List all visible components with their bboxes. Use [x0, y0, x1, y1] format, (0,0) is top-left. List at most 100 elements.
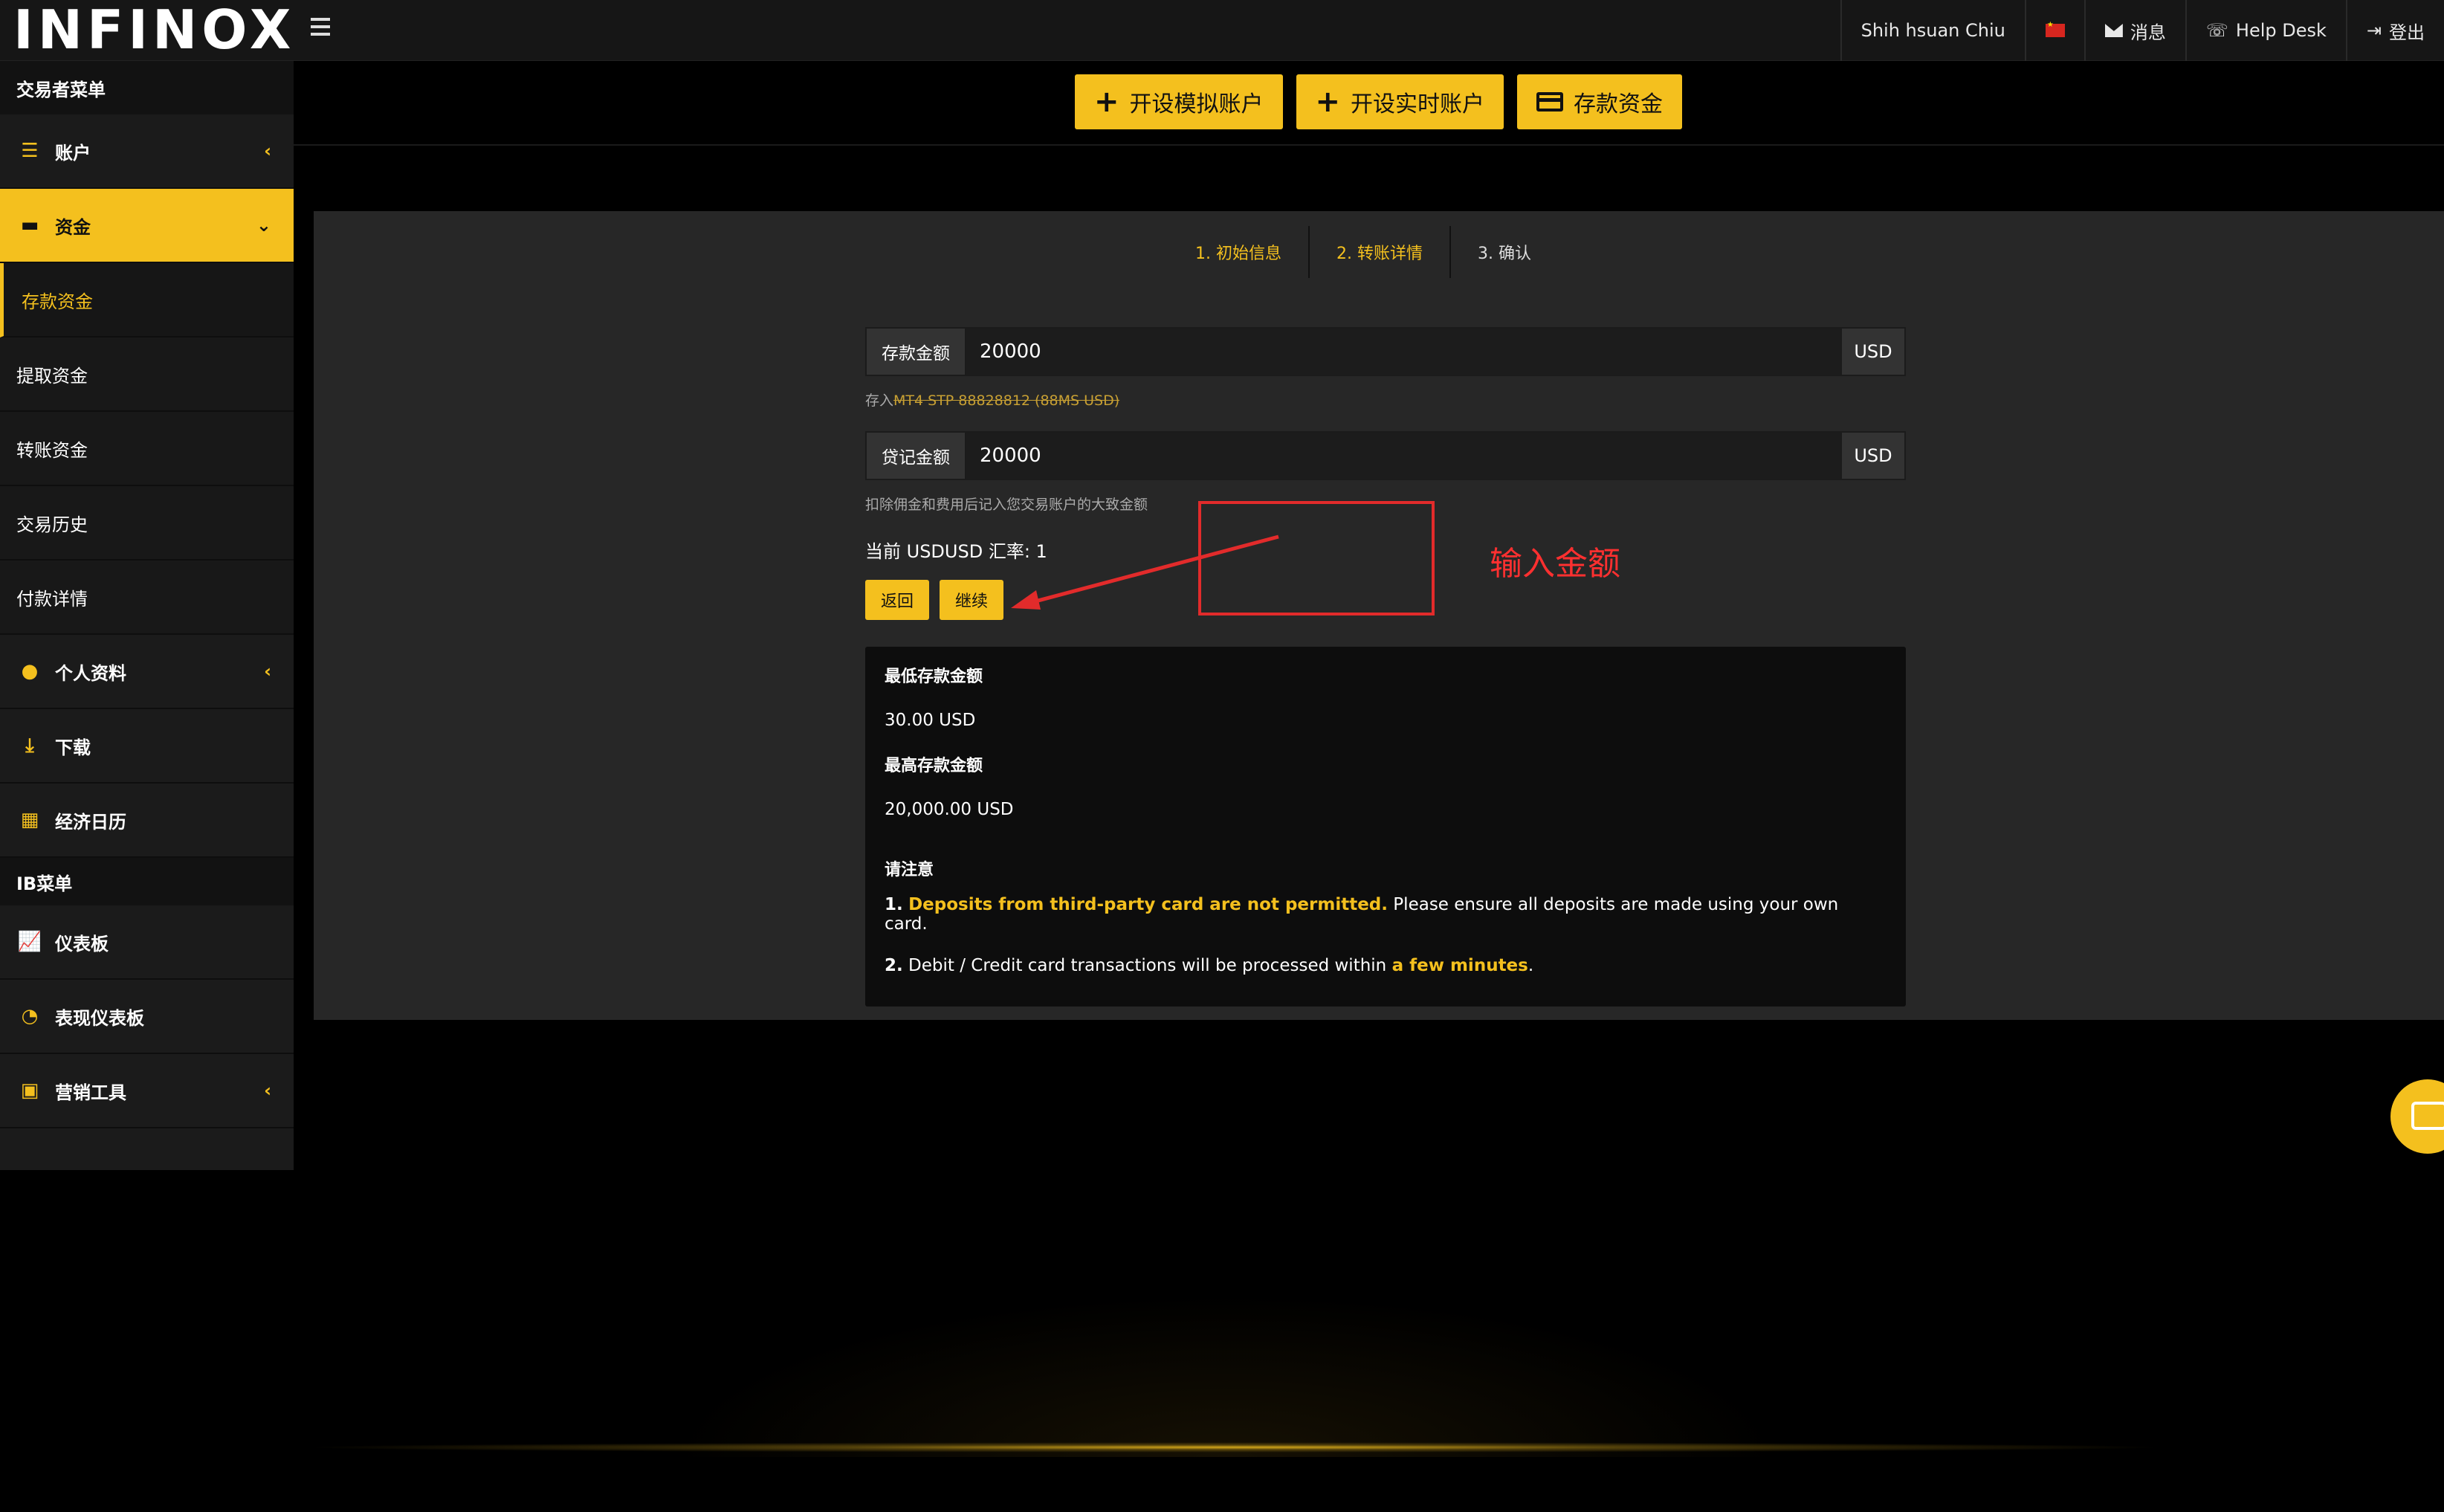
hamburger-menu-icon[interactable]	[311, 18, 330, 36]
deposit-amount-label: 存款金额	[867, 329, 966, 375]
notice-number: 2.	[885, 956, 903, 975]
messages-link[interactable]: 消息	[2083, 0, 2185, 61]
max-deposit-title: 最高存款金额	[885, 757, 983, 775]
open-live-account-button[interactable]: + 开设实时账户	[1296, 74, 1504, 129]
list-icon: ☰	[21, 140, 39, 162]
background-glow	[669, 1293, 1784, 1457]
messages-label: 消息	[2130, 22, 2166, 43]
calendar-icon: ▦	[20, 809, 39, 831]
deposit-currency: USD	[1840, 329, 1904, 375]
step-initial-info[interactable]: 1. 初始信息	[1168, 226, 1308, 278]
pie-chart-icon: ◔	[21, 1005, 39, 1027]
help-desk-label: Help Desk	[2235, 20, 2327, 41]
sidebar-item-download[interactable]: ⤓ 下载	[0, 709, 294, 784]
notice-text: Debit / Credit card transactions will be…	[902, 956, 1392, 975]
wizard-steps: 1. 初始信息 2. 转账详情 3. 确认	[1168, 226, 1558, 278]
sidebar-item-label: 表现仪表板	[55, 1007, 144, 1029]
notice-highlight: a few minutes	[1391, 956, 1528, 975]
credit-amount-field: 贷记金额 20000 USD	[865, 431, 1906, 480]
line-chart-icon: 📈	[17, 931, 42, 953]
credit-currency: USD	[1840, 433, 1904, 479]
chevron-left-icon: ‹	[264, 140, 271, 161]
sidebar-item-label: 资金	[55, 216, 91, 238]
open-demo-account-button[interactable]: + 开设模拟账户	[1075, 74, 1283, 129]
sidebar-item-withdraw[interactable]: 提取资金	[0, 337, 294, 412]
chevron-down-icon: ⌄	[256, 215, 271, 236]
china-flag-icon	[2045, 21, 2065, 37]
envelope-icon	[2104, 24, 2123, 37]
wallet-icon: ▬	[20, 214, 39, 236]
user-name[interactable]: Shih hsuan Chiu	[1840, 0, 2025, 61]
user-icon: ●	[21, 660, 39, 682]
min-deposit-value: 30.00 USD	[885, 711, 976, 730]
deposit-panel: 1. 初始信息 2. 转账详情 3. 确认 存款金额 20000 USD 存入M…	[314, 211, 2444, 1020]
briefcase-icon: ▣	[20, 1079, 39, 1102]
sidebar: 交易者菜单 ☰ 账户 ‹ ▬ 资金 ⌄ 存款资金 提取资金 转账资金 交易历史 …	[0, 61, 294, 1170]
button-label: 存款资金	[1574, 91, 1664, 117]
deposit-funds-button[interactable]: 存款资金	[1517, 74, 1683, 129]
deposit-to-prefix: 存入	[865, 392, 894, 409]
chevron-left-icon: ‹	[264, 1080, 271, 1101]
notice-item-1: 1. Deposits from third-party card are no…	[885, 895, 1887, 934]
top-right-nav: Shih hsuan Chiu 消息 ☏ Help Desk ⇥ 登出	[1840, 0, 2444, 61]
notice-text-end: .	[1528, 956, 1534, 975]
button-label: 开设实时账户	[1351, 91, 1485, 117]
trader-menu-heading: 交易者菜单	[0, 61, 294, 114]
button-label: 开设模拟账户	[1129, 91, 1264, 117]
back-button[interactable]: 返回	[865, 580, 929, 620]
sidebar-item-label: 下载	[55, 737, 91, 758]
notice-title: 请注意	[885, 861, 934, 879]
action-buttons: + 开设模拟账户 + 开设实时账户 存款资金	[1075, 74, 1683, 129]
plus-icon: +	[1094, 85, 1119, 119]
sidebar-item-label: 经济日历	[55, 811, 126, 833]
credit-amount-label: 贷记金额	[867, 433, 966, 479]
sidebar-item-payment[interactable]: 付款详情	[0, 560, 294, 635]
sidebar-item-label: 个人资料	[55, 662, 126, 684]
deposit-to-account: MT4 STP 88828812 (88MS USD)	[893, 392, 1120, 409]
credit-card-icon	[1536, 92, 1564, 112]
language-flag[interactable]	[2024, 0, 2084, 61]
credit-amount-hint: 扣除佣金和费用后记入您交易账户的大致金额	[865, 497, 1148, 513]
headset-icon: ☏	[2205, 20, 2228, 41]
plus-icon: +	[1315, 85, 1341, 119]
step-transfer-details[interactable]: 2. 转账详情	[1307, 226, 1451, 278]
sidebar-item-history[interactable]: 交易历史	[0, 486, 294, 560]
deposit-amount-input[interactable]: 20000	[966, 329, 1840, 375]
logout-link[interactable]: ⇥ 登出	[2345, 0, 2444, 61]
download-icon: ⤓	[25, 734, 34, 757]
sidebar-item-deposit[interactable]: 存款资金	[0, 263, 294, 337]
sidebar-item-label: 营销工具	[55, 1082, 126, 1103]
help-desk-link[interactable]: ☏ Help Desk	[2185, 0, 2346, 61]
logout-label: 登出	[2389, 22, 2425, 43]
infinox-logo[interactable]: INFINOX	[13, 1, 295, 58]
sidebar-item-account[interactable]: ☰ 账户 ‹	[0, 114, 294, 189]
deposit-limits-info: 最低存款金额 30.00 USD 最高存款金额 20,000.00 USD 请注…	[865, 647, 1906, 1007]
top-bar: INFINOX Shih hsuan Chiu 消息 ☏ Help Desk ⇥ 登…	[0, 0, 2444, 61]
sidebar-item-transfer[interactable]: 转账资金	[0, 412, 294, 486]
max-deposit-value: 20,000.00 USD	[885, 800, 1014, 819]
sidebar-item-marketing[interactable]: ▣ 营销工具 ‹	[0, 1054, 294, 1128]
chat-bubble-icon[interactable]	[2390, 1079, 2444, 1154]
deposit-to-hint: 存入MT4 STP 88828812 (88MS USD)	[865, 390, 1119, 410]
notice-number: 1.	[885, 895, 903, 914]
sidebar-item-profile[interactable]: ● 个人资料 ‹	[0, 635, 294, 709]
min-deposit-title: 最低存款金额	[885, 668, 983, 686]
step-confirm: 3. 确认	[1477, 245, 1531, 263]
sidebar-item-calendar[interactable]: ▦ 经济日历	[0, 784, 294, 858]
credit-amount-input[interactable]: 20000	[966, 433, 1840, 479]
sidebar-item-performance[interactable]: ◔ 表现仪表板	[0, 980, 294, 1054]
notice-item-2: 2. Debit / Credit card transactions will…	[885, 956, 1887, 975]
sidebar-item-label: 仪表板	[55, 933, 109, 954]
annotation-arrow-icon	[1011, 534, 1279, 610]
logout-icon: ⇥	[2366, 20, 2382, 41]
sidebar-item-dashboard[interactable]: 📈 仪表板	[0, 905, 294, 980]
deposit-amount-field: 存款金额 20000 USD	[865, 327, 1906, 376]
annotation-text: 输入金额	[1490, 545, 1620, 583]
sidebar-item-label: 账户	[55, 142, 91, 164]
divider	[294, 144, 2444, 146]
notice-highlight: Deposits from third-party card are not p…	[908, 895, 1388, 914]
chevron-left-icon: ‹	[264, 661, 271, 682]
sidebar-item-funds[interactable]: ▬ 资金 ⌄	[0, 189, 294, 263]
user-name-label: Shih hsuan Chiu	[1861, 20, 2005, 41]
ib-menu-heading: IB菜单	[0, 858, 294, 905]
